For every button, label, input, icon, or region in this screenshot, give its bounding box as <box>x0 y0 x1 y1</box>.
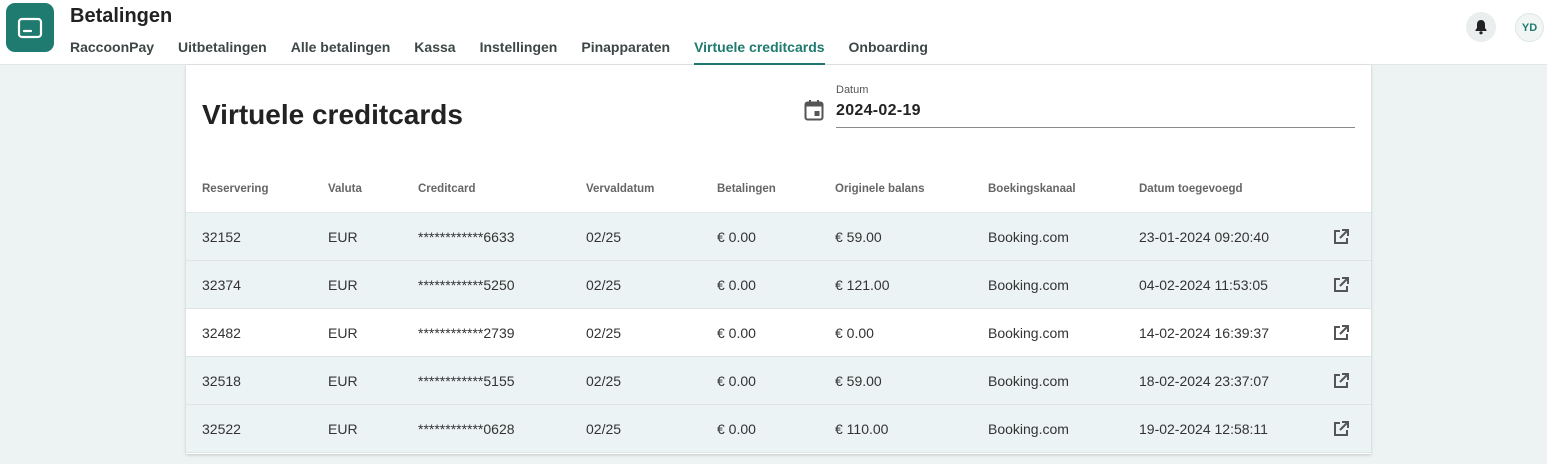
page-title: Virtuele creditcards <box>202 99 463 130</box>
cell-datum-toegevoegd: 19-02-2024 12:58:11 <box>1139 421 1268 437</box>
cell-vervaldatum: 02/25 <box>586 277 622 293</box>
nav-raccoonpay[interactable]: RaccoonPay <box>70 38 154 65</box>
cell-boekingskanaal: Booking.com <box>988 277 1069 293</box>
cell-reservering: 32518 <box>202 373 241 389</box>
cell-boekingskanaal: Booking.com <box>988 229 1069 245</box>
cell-boekingskanaal: Booking.com <box>988 421 1069 437</box>
calendar-icon <box>804 100 824 121</box>
nav-instellingen[interactable]: Instellingen <box>480 38 558 65</box>
cell-boekingskanaal: Booking.com <box>988 325 1069 341</box>
cell-valuta: EUR <box>328 421 358 437</box>
table-row[interactable]: 32522 EUR ************0628 02/25 € 0.00 … <box>186 405 1371 453</box>
date-label: Datum <box>836 84 869 96</box>
cell-reservering: 32374 <box>202 277 241 293</box>
cell-vervaldatum: 02/25 <box>586 373 622 389</box>
cell-originele-balans: € 59.00 <box>835 229 882 245</box>
credit-card-icon[interactable] <box>6 3 54 52</box>
cell-datum-toegevoegd: 14-02-2024 16:39:37 <box>1139 325 1269 341</box>
cell-reservering: 32522 <box>202 421 241 437</box>
cell-betalingen: € 0.00 <box>717 229 756 245</box>
open-external-icon[interactable] <box>1332 324 1350 342</box>
table-header: Reservering Valuta Creditcard Vervaldatu… <box>186 165 1371 213</box>
nav-uitbetalingen[interactable]: Uitbetalingen <box>178 38 267 65</box>
cell-valuta: EUR <box>328 229 358 245</box>
nav-onboarding[interactable]: Onboarding <box>849 38 928 65</box>
top-bar: Betalingen RaccoonPay Uitbetalingen Alle… <box>0 0 1547 65</box>
cell-creditcard: ************0628 <box>418 421 515 437</box>
main-nav: RaccoonPay Uitbetalingen Alle betalingen… <box>70 38 952 65</box>
cell-originele-balans: € 59.00 <box>835 373 882 389</box>
cell-creditcard: ************5250 <box>418 277 515 293</box>
cell-vervaldatum: 02/25 <box>586 421 622 437</box>
column-header-reservering[interactable]: Reservering <box>202 183 268 195</box>
column-header-creditcard[interactable]: Creditcard <box>418 183 476 195</box>
cell-creditcard: ************5155 <box>418 373 515 389</box>
cell-reservering: 32152 <box>202 229 241 245</box>
cell-betalingen: € 0.00 <box>717 325 756 341</box>
cell-boekingskanaal: Booking.com <box>988 373 1069 389</box>
user-avatar[interactable]: YD <box>1515 13 1544 42</box>
cell-datum-toegevoegd: 04-02-2024 11:53:05 <box>1139 277 1268 293</box>
nav-virtuele-creditcards[interactable]: Virtuele creditcards <box>694 38 825 65</box>
cell-originele-balans: € 110.00 <box>835 421 889 437</box>
cell-valuta: EUR <box>328 277 358 293</box>
cell-datum-toegevoegd: 23-01-2024 09:20:40 <box>1139 229 1269 245</box>
date-input[interactable]: 2024-02-19 <box>836 102 921 120</box>
open-external-icon[interactable] <box>1332 228 1350 246</box>
open-external-icon[interactable] <box>1332 372 1350 390</box>
column-header-originele-balans[interactable]: Originele balans <box>835 183 924 195</box>
cell-datum-toegevoegd: 18-02-2024 23:37:07 <box>1139 373 1269 389</box>
bell-icon <box>1475 20 1487 35</box>
notifications-button[interactable] <box>1466 12 1496 42</box>
cell-valuta: EUR <box>328 373 358 389</box>
cell-reservering: 32482 <box>202 325 241 341</box>
cell-vervaldatum: 02/25 <box>586 325 622 341</box>
column-header-valuta[interactable]: Valuta <box>328 183 362 195</box>
column-header-datum-toegevoegd[interactable]: Datum toegevoegd <box>1139 183 1243 195</box>
nav-kassa[interactable]: Kassa <box>414 38 455 65</box>
open-external-icon[interactable] <box>1332 276 1350 294</box>
cell-betalingen: € 0.00 <box>717 421 756 437</box>
cell-vervaldatum: 02/25 <box>586 229 622 245</box>
table-body: 32152 EUR ************6633 02/25 € 0.00 … <box>186 213 1371 453</box>
cell-valuta: EUR <box>328 325 358 341</box>
app-title: Betalingen <box>70 5 173 27</box>
nav-alle-betalingen[interactable]: Alle betalingen <box>291 38 391 65</box>
nav-pinapparaten[interactable]: Pinapparaten <box>581 38 670 65</box>
table-row[interactable]: 32152 EUR ************6633 02/25 € 0.00 … <box>186 213 1371 261</box>
column-header-betalingen[interactable]: Betalingen <box>717 183 776 195</box>
table-row[interactable]: 32518 EUR ************5155 02/25 € 0.00 … <box>186 357 1371 405</box>
column-header-boekingskanaal[interactable]: Boekingskanaal <box>988 183 1076 195</box>
column-header-vervaldatum[interactable]: Vervaldatum <box>586 183 654 195</box>
date-underline <box>836 127 1355 128</box>
cell-creditcard: ************2739 <box>418 325 515 341</box>
cell-betalingen: € 0.00 <box>717 277 756 293</box>
date-filter[interactable]: Datum 2024-02-19 <box>804 82 1355 129</box>
cell-betalingen: € 0.00 <box>717 373 756 389</box>
cell-creditcard: ************6633 <box>418 229 515 245</box>
table-row[interactable]: 32482 EUR ************2739 02/25 € 0.00 … <box>186 309 1371 357</box>
open-external-icon[interactable] <box>1332 420 1350 438</box>
virtual-cards-panel: Virtuele creditcards Datum 2024-02-19 Re… <box>186 65 1371 454</box>
cell-originele-balans: € 0.00 <box>835 325 874 341</box>
table-row[interactable]: 32374 EUR ************5250 02/25 € 0.00 … <box>186 261 1371 309</box>
cell-originele-balans: € 121.00 <box>835 277 890 293</box>
